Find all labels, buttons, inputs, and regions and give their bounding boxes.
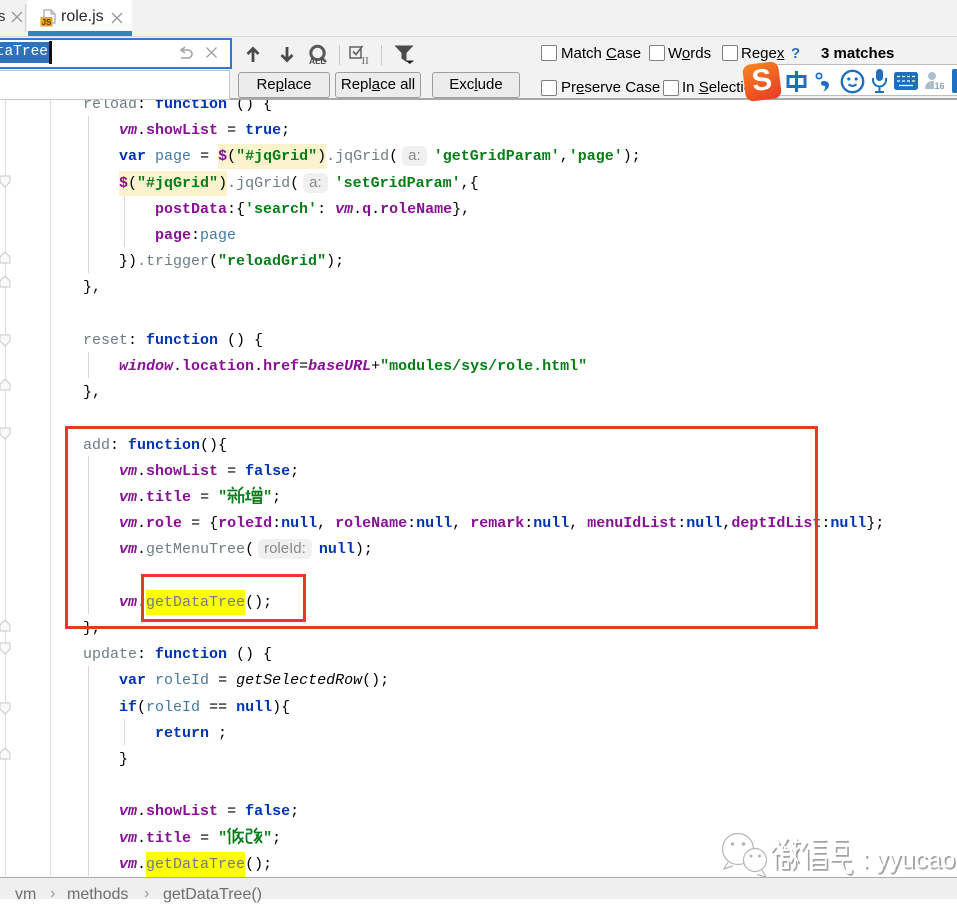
svg-text:JS: JS — [42, 18, 52, 27]
svg-text:16: 16 — [934, 81, 944, 91]
svg-text:ALL: ALL — [309, 56, 326, 65]
svg-text:: yyucao: : yyucao — [862, 846, 955, 874]
svg-text:II: II — [362, 55, 370, 65]
